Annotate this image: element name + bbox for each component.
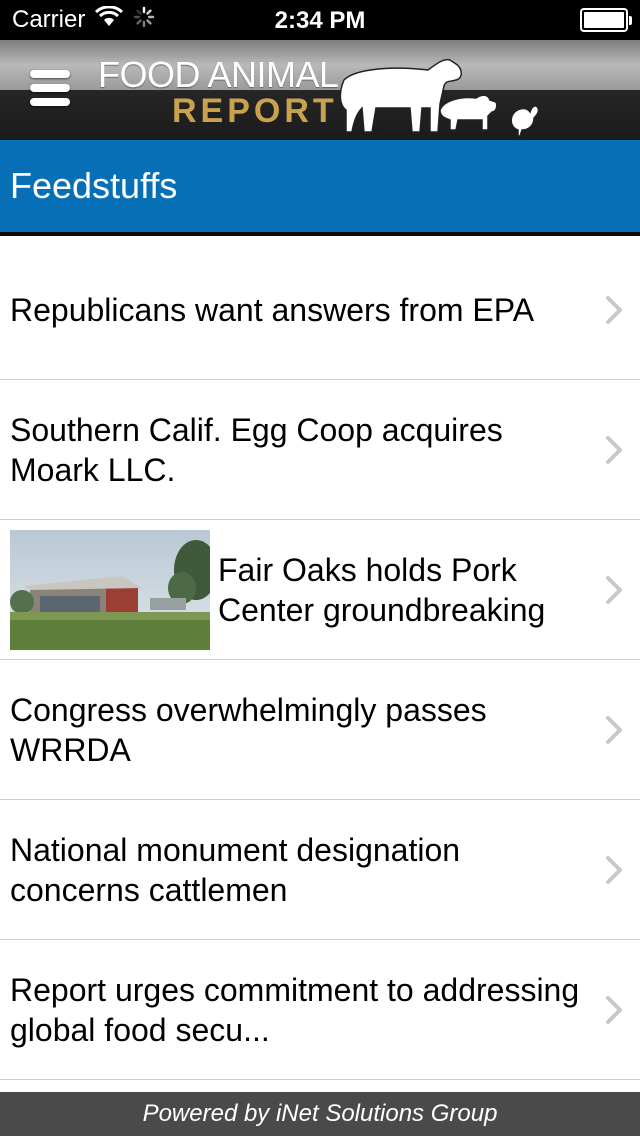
logo-subtitle: REPORT (172, 92, 338, 130)
chevron-right-icon (606, 295, 622, 324)
logo-title: FOOD ANIMAL (98, 54, 339, 95)
chevron-right-icon (606, 575, 622, 604)
app-header: FOOD ANIMAL REPORT (0, 40, 640, 140)
article-title: Report urges commitment to addressing gl… (10, 971, 580, 1048)
chevron-right-icon (606, 715, 622, 744)
article-title: Congress overwhelmingly passes WRRDA (10, 691, 487, 768)
list-item[interactable]: National monument designation concerns c… (0, 800, 640, 940)
list-item[interactable]: Republicans want answers from EPA (0, 240, 640, 380)
status-time: 2:34 PM (274, 7, 366, 34)
section-title: Feedstuffs (10, 165, 178, 206)
chevron-right-icon (606, 855, 622, 884)
list-item[interactable]: Southern Calif. Egg Coop acquires Moark … (0, 380, 640, 520)
article-title: Republicans want answers from EPA (10, 291, 535, 328)
article-title: Fair Oaks holds Pork Center groundbreaki… (218, 551, 546, 628)
chevron-right-icon (606, 995, 622, 1024)
section-header: Feedstuffs (0, 140, 640, 236)
list-item[interactable]: Fair Oaks holds Pork Center groundbreaki… (0, 520, 640, 660)
article-thumbnail (10, 530, 210, 650)
pig-icon (439, 94, 498, 131)
chicken-icon (510, 105, 540, 137)
list-item[interactable]: Congress overwhelmingly passes WRRDA (0, 660, 640, 800)
footer-bar: Powered by iNet Solutions Group (0, 1092, 640, 1136)
status-bar: Carrier 2:34 PM (0, 0, 640, 40)
footer-credit: Powered by iNet Solutions Group (142, 1100, 498, 1127)
article-title: Southern Calif. Egg Coop acquires Moark … (10, 411, 503, 488)
list-item[interactable]: Report urges commitment to addressing gl… (0, 940, 640, 1080)
news-list: Republicans want answers from EPA Southe… (0, 240, 640, 1080)
chevron-right-icon (606, 435, 622, 464)
menu-button[interactable] (30, 70, 70, 110)
battery-icon (580, 8, 632, 32)
app-screen: Carrier 2:34 PM FOOD ANIMAL REPORT Feeds… (0, 0, 640, 1136)
article-title: National monument designation concerns c… (10, 831, 461, 908)
cow-icon (339, 58, 462, 133)
menu-icon (30, 70, 70, 78)
logo-animals (336, 50, 546, 143)
